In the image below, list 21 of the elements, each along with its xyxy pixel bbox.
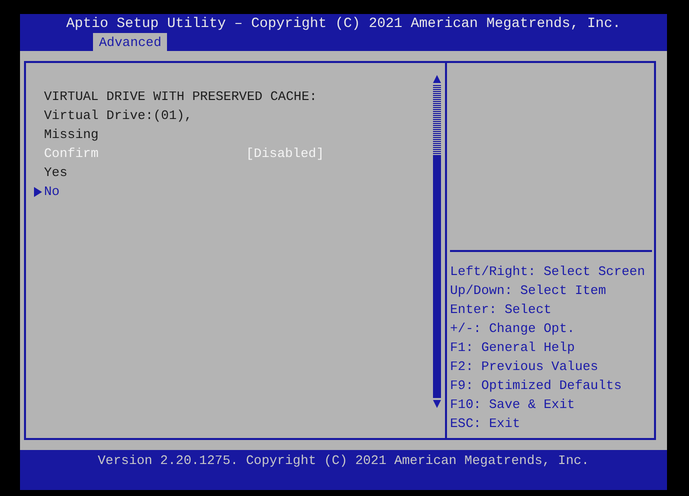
key-help-text: F9: Optimized Defaults bbox=[450, 377, 623, 395]
key-help-text: F10: Save & Exit bbox=[450, 396, 576, 414]
key-help-text: +/-: Change Opt. bbox=[450, 320, 576, 338]
scroll-down-icon[interactable] bbox=[433, 400, 441, 408]
key-help-text: Left/Right: Select Screen bbox=[450, 263, 646, 281]
info-text: Missing bbox=[44, 127, 100, 142]
scroll-up-icon[interactable] bbox=[433, 75, 441, 83]
key-help-text: Up/Down: Select Item bbox=[450, 282, 608, 300]
scroll-thumb[interactable] bbox=[433, 155, 441, 398]
key-help-text: F1: General Help bbox=[450, 339, 576, 357]
info-text: Virtual Drive:(01), bbox=[44, 108, 194, 123]
key-help-text: F2: Previous Values bbox=[450, 358, 600, 376]
info-text: Yes bbox=[44, 165, 68, 180]
key-help-text: Enter: Select bbox=[450, 301, 552, 319]
triangle-icon bbox=[34, 186, 42, 196]
key-help-text: ESC: Exit bbox=[450, 415, 522, 433]
window-title: Aptio Setup Utility – Copyright (C) 2021 American Megatrends, Inc. bbox=[65, 15, 622, 33]
tab[interactable]: Advanced bbox=[93, 33, 168, 51]
menu-link[interactable]: No bbox=[44, 184, 246, 199]
version-text: Version 2.20.1275. Copyright (C) 2021 American Megatrends, Inc. bbox=[98, 452, 590, 470]
info-text: VIRTUAL DRIVE WITH PRESERVED CACHE: bbox=[44, 89, 318, 104]
